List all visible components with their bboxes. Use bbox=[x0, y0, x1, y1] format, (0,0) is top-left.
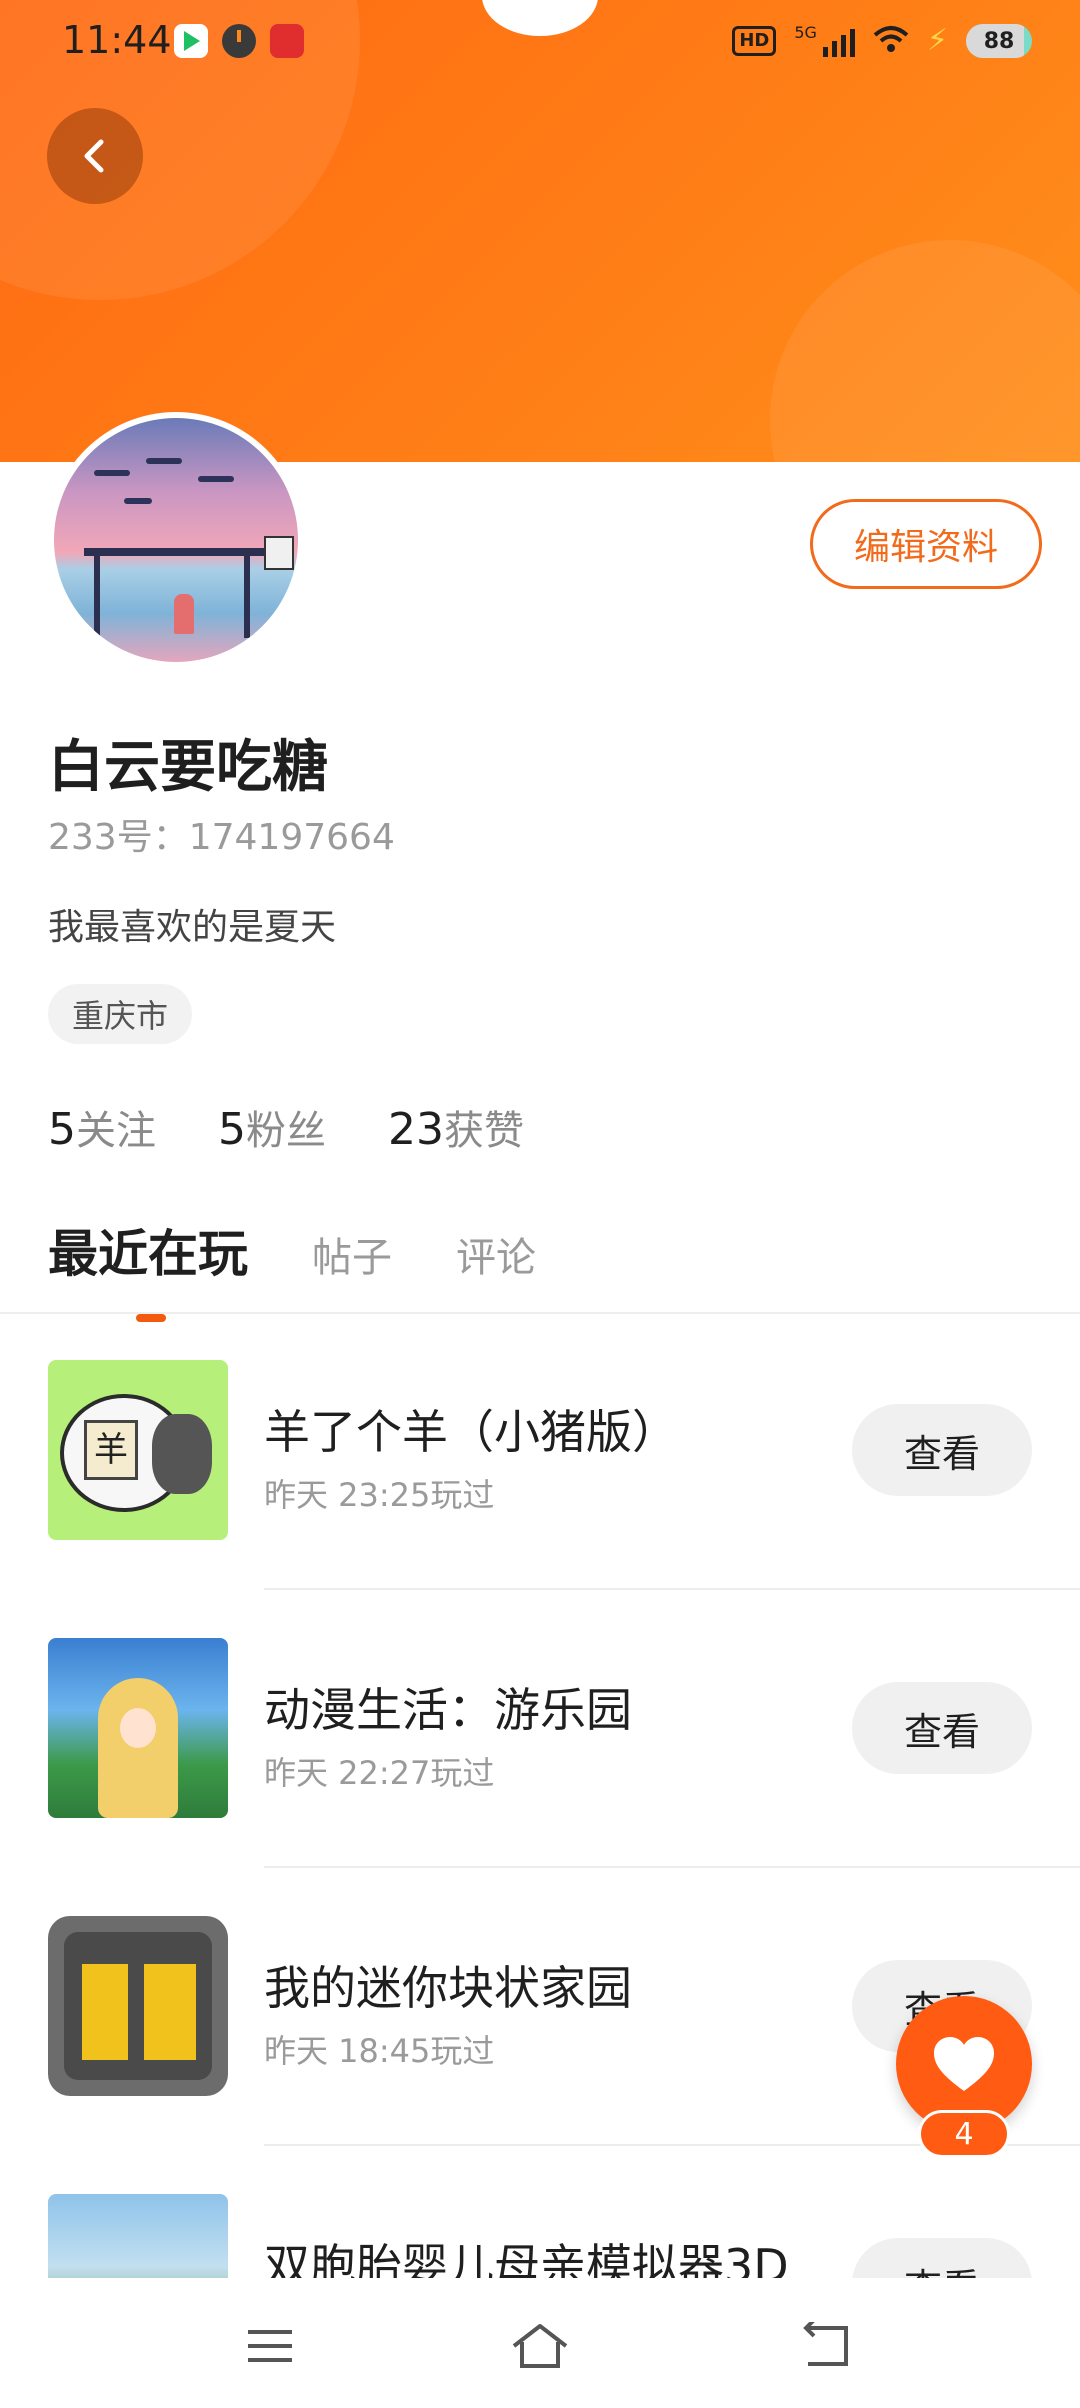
back-nav-button[interactable] bbox=[786, 2306, 866, 2386]
back-icon bbox=[803, 2322, 848, 2366]
banner-decoration bbox=[770, 240, 1080, 462]
tab-recently-played[interactable]: 最近在玩 bbox=[48, 1214, 248, 1322]
profile-tabs: 最近在玩 帖子 评论 bbox=[48, 1214, 536, 1322]
home-nav-button[interactable] bbox=[500, 2306, 580, 2386]
game-title: 动漫生活：游乐园 bbox=[264, 1683, 632, 1737]
list-item[interactable]: 动漫生活：游乐园 昨天 22:27玩过 查看 bbox=[0, 1592, 1080, 1870]
notification-icons bbox=[174, 24, 304, 58]
avatar-image bbox=[54, 418, 298, 662]
following-stat[interactable]: 5关注 bbox=[48, 1098, 156, 1156]
game-title: 我的迷你块状家园 bbox=[264, 1961, 632, 2015]
status-right: HD 5G ⚡ 88 bbox=[732, 24, 1032, 58]
user-bio: 我最喜欢的是夏天 bbox=[48, 907, 337, 948]
row-divider bbox=[264, 1588, 1080, 1590]
avatar[interactable] bbox=[48, 412, 304, 668]
list-item[interactable]: 双胞胎婴儿母亲模拟器3D 查看 bbox=[0, 2148, 1080, 2278]
heart-icon bbox=[934, 2037, 994, 2091]
system-nav-bar bbox=[0, 2280, 1080, 2408]
row-divider bbox=[264, 1866, 1080, 1868]
back-button[interactable] bbox=[47, 108, 143, 204]
view-button[interactable]: 查看 bbox=[852, 2238, 1032, 2278]
game-thumbnail bbox=[48, 1638, 228, 1818]
timer-app-icon bbox=[222, 24, 256, 58]
game-title: 羊了个羊（小猪版） bbox=[264, 1405, 678, 1459]
game-title: 双胞胎婴儿母亲模拟器3D bbox=[264, 2239, 789, 2278]
followers-stat[interactable]: 5粉丝 bbox=[218, 1098, 326, 1156]
played-time: 昨天 18:45玩过 bbox=[264, 2032, 495, 2070]
status-bar: 11:44 HD 5G ⚡ 88 bbox=[0, 0, 1080, 84]
likes-stat[interactable]: 23获赞 bbox=[388, 1098, 524, 1156]
play-store-icon bbox=[174, 24, 208, 58]
status-time: 11:44 bbox=[62, 18, 172, 62]
charging-icon: ⚡ bbox=[926, 23, 948, 58]
user-id: 233号：174197664 bbox=[48, 817, 395, 858]
view-button[interactable]: 查看 bbox=[852, 1682, 1032, 1774]
tab-comments[interactable]: 评论 bbox=[456, 1225, 536, 1283]
username: 白云要吃糖 bbox=[48, 735, 328, 800]
profile-stats: 5关注 5粉丝 23获赞 bbox=[48, 1098, 524, 1156]
hd-icon: HD bbox=[732, 26, 777, 56]
game-thumbnail bbox=[48, 2194, 228, 2278]
home-icon bbox=[512, 2324, 568, 2368]
edit-profile-button[interactable]: 编辑资料 bbox=[810, 499, 1042, 589]
tab-posts[interactable]: 帖子 bbox=[312, 1225, 392, 1283]
menu-icon bbox=[248, 2330, 292, 2362]
played-time: 昨天 23:25玩过 bbox=[264, 1476, 495, 1514]
played-time: 昨天 22:27玩过 bbox=[264, 1754, 495, 1792]
list-item[interactable]: 羊 羊了个羊（小猪版） 昨天 23:25玩过 查看 bbox=[0, 1314, 1080, 1592]
chevron-left-icon bbox=[84, 139, 104, 173]
like-count-badge: 4 bbox=[918, 2110, 1010, 2158]
game-thumbnail: 羊 bbox=[48, 1360, 228, 1540]
wifi-icon bbox=[873, 25, 909, 58]
menu-nav-button[interactable] bbox=[230, 2306, 310, 2386]
signal-icon: 5G bbox=[794, 25, 855, 57]
game-thumbnail bbox=[48, 1916, 228, 2096]
location-tag: 重庆市 bbox=[48, 984, 193, 1044]
game-app-icon bbox=[270, 24, 304, 58]
battery-icon: 88 bbox=[966, 24, 1032, 58]
view-button[interactable]: 查看 bbox=[852, 1404, 1032, 1496]
